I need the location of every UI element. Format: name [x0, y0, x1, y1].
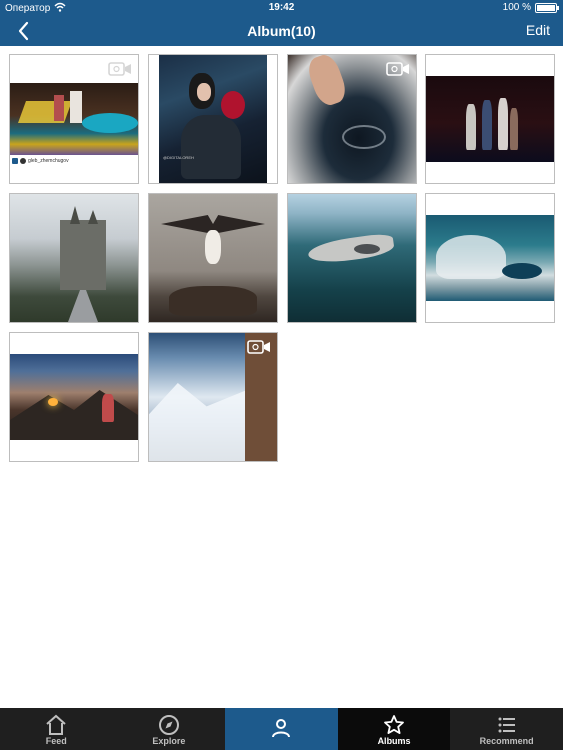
- photo-caption: gleb_zhemchugov: [28, 158, 69, 164]
- tab-bar: Feed Explore Albums Recommend: [0, 708, 563, 750]
- tab-albums[interactable]: Albums: [337, 708, 451, 750]
- nav-bar: Album(10) Edit: [0, 16, 563, 46]
- tab-explore[interactable]: Explore: [113, 708, 226, 750]
- photo-couple-night: [426, 76, 554, 162]
- person-icon: [272, 719, 291, 738]
- compass-icon: [158, 715, 179, 735]
- tab-recommend-label: Recommend: [479, 736, 534, 746]
- video-camera-icon: [108, 61, 132, 77]
- album-item[interactable]: [9, 332, 139, 462]
- tab-feed-label: Feed: [45, 736, 67, 746]
- album-item[interactable]: [148, 332, 278, 462]
- instagram-icon: [12, 158, 18, 164]
- album-item[interactable]: [287, 193, 417, 323]
- photo-osprey: [149, 194, 277, 322]
- album-item[interactable]: [9, 193, 139, 323]
- photo-castle: [10, 194, 138, 322]
- battery-status: 100 %: [502, 2, 559, 13]
- album-item[interactable]: [287, 54, 417, 184]
- tab-recommend[interactable]: Recommend: [450, 708, 563, 750]
- photo-mountain-campfire: [10, 354, 138, 440]
- page-title: Album(10): [247, 23, 316, 39]
- photo-woman-flowers: @DIGITALOREH: [159, 55, 267, 183]
- battery-icon: [535, 2, 559, 13]
- home-icon: [46, 714, 66, 735]
- caption-row: gleb_zhemchugov: [12, 156, 69, 166]
- tab-explore-label: Explore: [152, 736, 186, 746]
- status-bar: Оператор 19:42 100 %: [0, 0, 563, 16]
- photo-night-party: [10, 83, 138, 155]
- list-icon: [498, 717, 515, 733]
- avatar: [20, 158, 26, 164]
- album-item[interactable]: @DIGITALOREH: [148, 54, 278, 184]
- video-camera-icon: [247, 339, 271, 355]
- tab-profile[interactable]: [225, 708, 338, 750]
- photo-shark: [288, 194, 416, 322]
- edit-button[interactable]: Edit: [526, 22, 550, 38]
- album-item[interactable]: [425, 193, 555, 323]
- video-camera-icon: [386, 61, 410, 77]
- album-item[interactable]: [425, 54, 555, 184]
- status-time: 19:42: [268, 2, 295, 13]
- photo-watermark: @DIGITALOREH: [163, 155, 194, 160]
- album-item[interactable]: [148, 193, 278, 323]
- album-item[interactable]: gleb_zhemchugov: [9, 54, 139, 184]
- battery-label: 100 %: [502, 2, 531, 13]
- star-icon: [384, 715, 404, 734]
- tab-feed[interactable]: Feed: [0, 708, 113, 750]
- photo-wave: [426, 215, 554, 301]
- header: Оператор 19:42 100 % Album(10) Edit: [0, 0, 563, 46]
- tab-albums-label: Albums: [377, 736, 411, 746]
